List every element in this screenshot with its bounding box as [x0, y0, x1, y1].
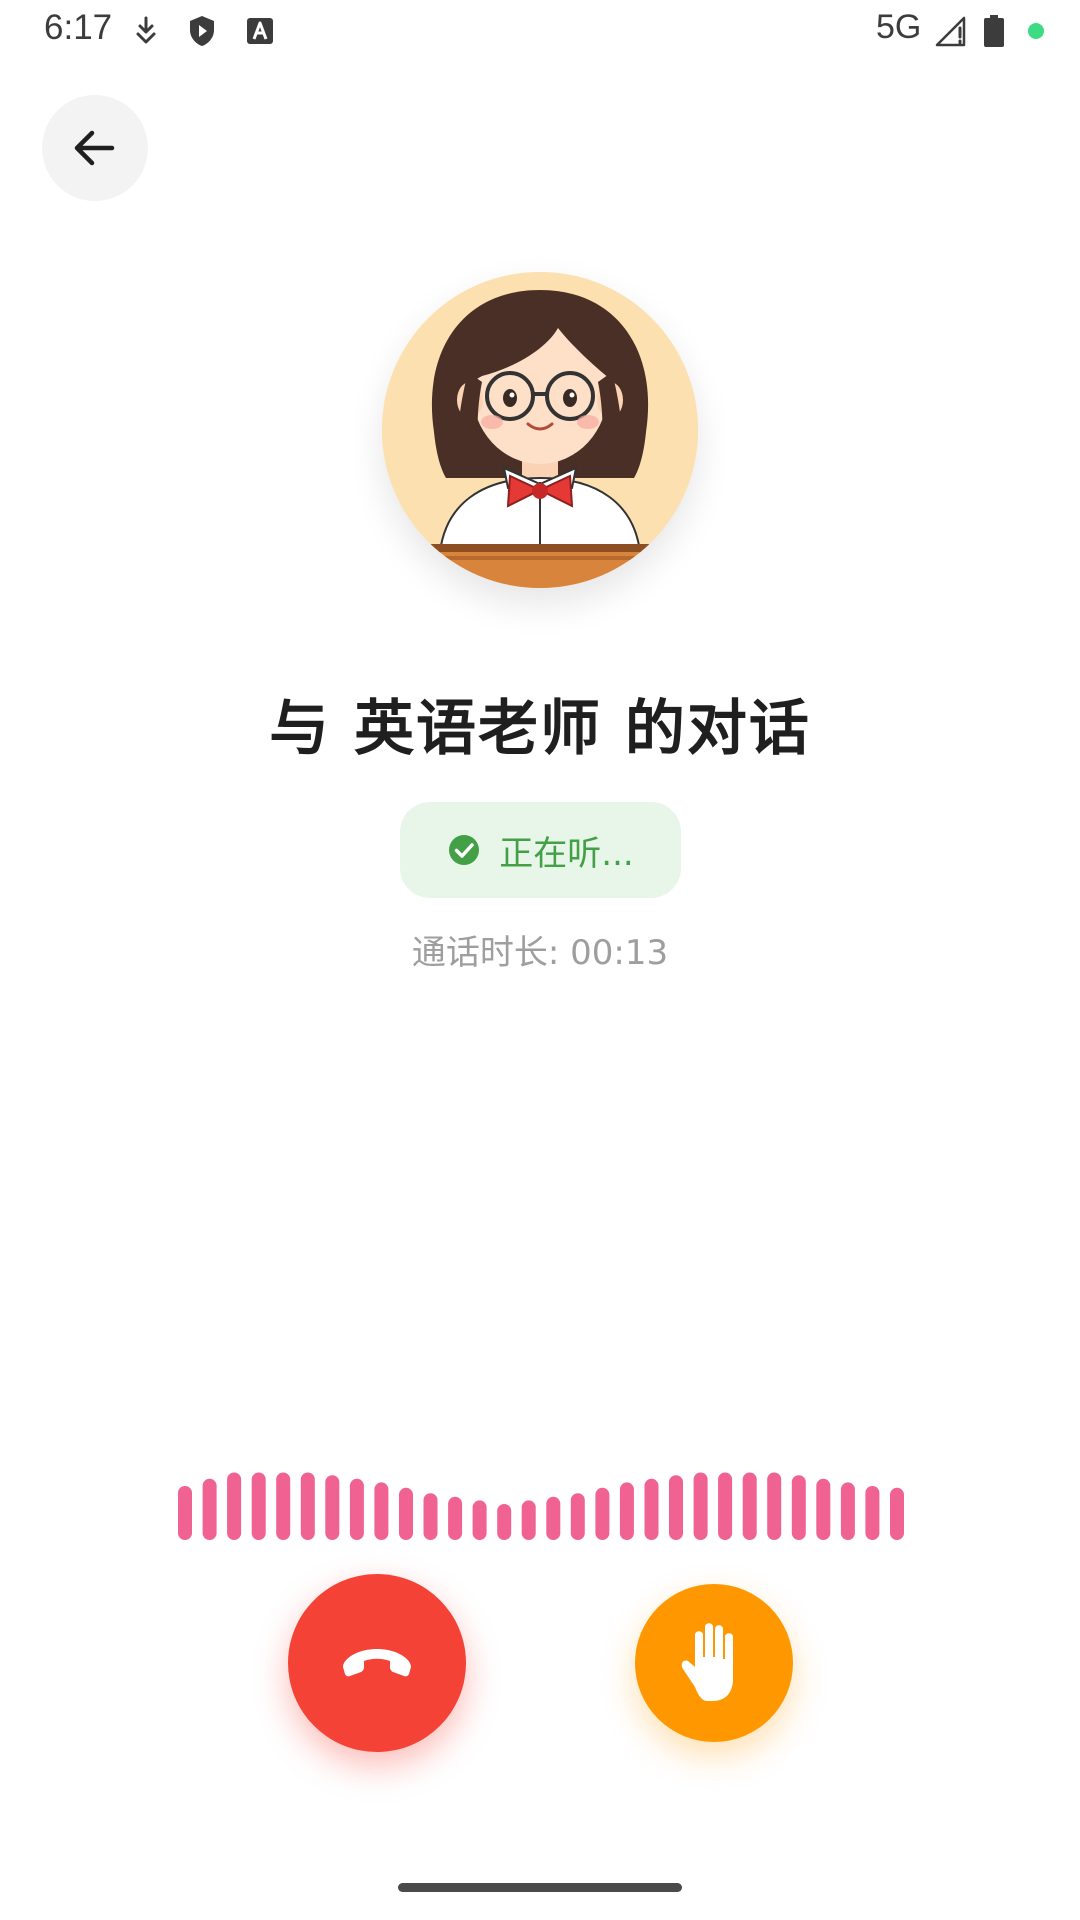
shield-play-icon	[190, 16, 214, 46]
waveform-bar	[399, 1487, 413, 1540]
waveform-bar	[448, 1496, 463, 1540]
arrow-left-icon	[74, 130, 115, 166]
signal-icon	[935, 16, 966, 47]
waveform-bar	[767, 1472, 782, 1540]
text-a-icon	[247, 18, 273, 44]
waveform-bar	[619, 1482, 634, 1540]
phone-hangup-icon	[343, 1649, 411, 1677]
waveform-bar	[570, 1493, 585, 1540]
waveform-bar	[693, 1472, 708, 1540]
waveform-bar	[791, 1475, 806, 1540]
call-duration: 通话时长: 00:13	[411, 933, 669, 973]
waveform-bar	[865, 1486, 880, 1540]
waveform-bar	[374, 1482, 389, 1540]
waveform-bar	[251, 1472, 266, 1540]
status-bar: 6:17 5G	[0, 0, 1080, 64]
waveform-bar	[521, 1500, 536, 1540]
download-icon	[136, 16, 156, 44]
waveform-bar	[718, 1472, 733, 1540]
waveform-bar	[202, 1478, 217, 1540]
waveform-bar	[472, 1500, 487, 1540]
call-title: 与 英语老师 的对话	[269, 694, 811, 764]
status-text: 正在听...	[499, 833, 634, 874]
waveform-bar	[595, 1487, 610, 1540]
listening-status-badge: 正在听...	[400, 802, 681, 898]
waveform-bar	[497, 1504, 512, 1540]
teacher-illustration	[382, 272, 698, 588]
back-button[interactable]	[42, 95, 148, 201]
interrupt-button[interactable]	[635, 1584, 793, 1742]
waveform-bar	[669, 1475, 683, 1540]
network-type: 5G	[876, 8, 922, 46]
check-circle-icon	[449, 835, 480, 865]
battery-icon	[984, 15, 1004, 47]
teacher-avatar	[382, 272, 698, 588]
waveform-bar	[644, 1478, 659, 1540]
waveform-bar	[276, 1472, 291, 1540]
privacy-dot	[1028, 23, 1044, 39]
audio-waveform	[178, 1472, 904, 1540]
waveform-bar	[423, 1493, 438, 1540]
home-indicator[interactable]	[398, 1883, 682, 1892]
waveform-bar	[742, 1472, 757, 1540]
hangup-button[interactable]	[288, 1574, 466, 1752]
waveform-bar	[816, 1478, 831, 1540]
waveform-bar	[840, 1482, 855, 1540]
waveform-bar	[890, 1487, 904, 1540]
status-time: 6:17	[44, 8, 113, 47]
waveform-bar	[300, 1472, 315, 1540]
waveform-bar	[178, 1486, 192, 1540]
waveform-bar	[227, 1472, 242, 1540]
waveform-bar	[546, 1496, 561, 1540]
call-screen: 6:17 5G 与 英语老师 的对话 正在听... 通话时长: 00:13	[0, 0, 1080, 1920]
waveform-bar	[325, 1475, 340, 1540]
waveform-bar	[349, 1478, 364, 1540]
hand-raise-icon	[681, 1623, 733, 1701]
